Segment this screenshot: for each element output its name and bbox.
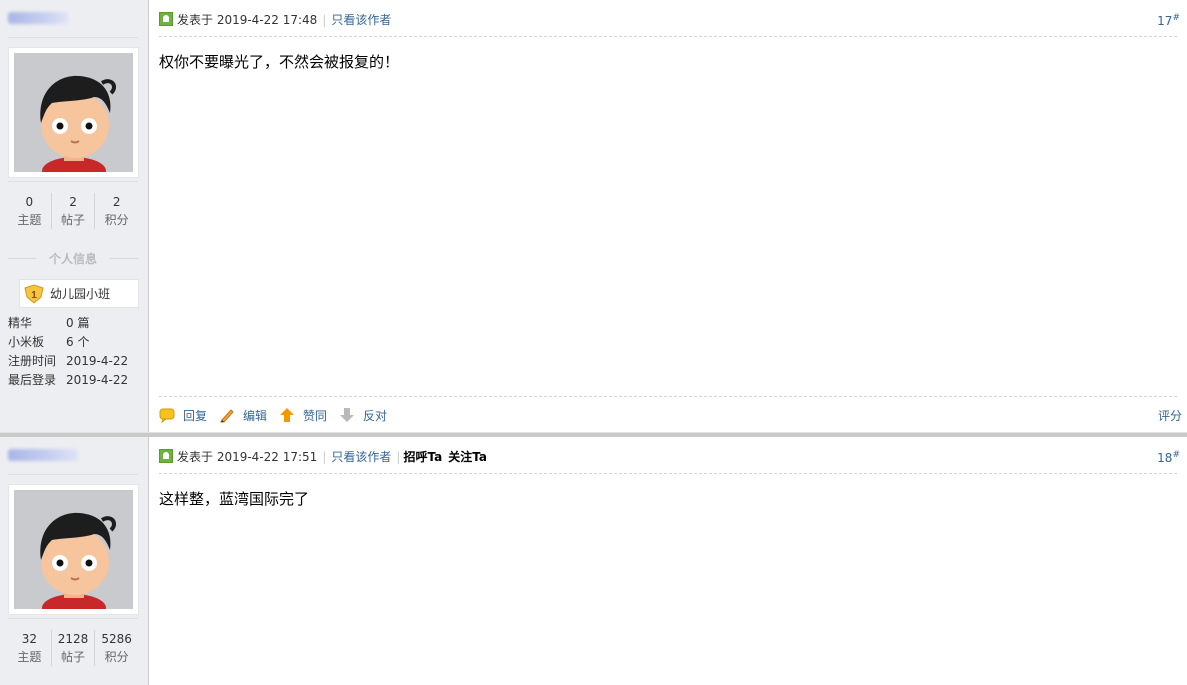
post-header: 发表于 2019-4-22 17:48 | 只看该作者 — [159, 9, 1177, 37]
floor-number-link[interactable]: 17# — [1157, 13, 1180, 28]
cartoon-avatar-icon — [14, 53, 133, 172]
profile-key: 最后登录 — [8, 373, 57, 387]
stat-posts-count: 2128 — [57, 632, 89, 646]
floor-number: 18 — [1157, 451, 1173, 465]
stat-posts[interactable]: 2 帖子 — [52, 193, 96, 229]
upvote-button[interactable]: 赞同 — [279, 407, 327, 424]
svg-text:1: 1 — [31, 290, 37, 301]
online-status-icon — [159, 449, 173, 463]
stat-posts[interactable]: 2128 帖子 — [52, 630, 96, 666]
post-body: 发表于 2019-4-22 17:51 | 只看该作者 | 招呼Ta 关注Ta … — [149, 437, 1187, 685]
profile-value: 0 篇 — [66, 316, 90, 330]
reply-button[interactable]: 回复 — [159, 407, 207, 424]
stat-threads-label: 主题 — [17, 650, 42, 664]
author-username-blurred[interactable] — [8, 12, 68, 24]
stat-posts-label: 帖子 — [61, 213, 86, 227]
separator: | — [322, 450, 327, 464]
pencil-icon — [220, 409, 234, 423]
edit-button[interactable]: 编辑 — [219, 407, 267, 424]
stat-points-count: 5286 — [101, 632, 132, 646]
profile-row-coins: 小米板 6 个 — [8, 333, 143, 352]
post-content: 权你不要曝光了，不然会被报复的！ — [159, 53, 400, 71]
floor-number: 17 — [1157, 14, 1173, 28]
arrow-down-icon — [340, 408, 355, 422]
divider — [8, 474, 138, 475]
profile-value: 6 个 — [66, 335, 90, 349]
greet-link[interactable]: 招呼Ta — [403, 446, 442, 468]
stat-threads[interactable]: 32 主题 — [8, 630, 52, 666]
profile-row-last-login: 最后登录 2019-4-22 — [8, 371, 143, 390]
stat-points-count: 2 — [112, 195, 121, 209]
stat-points-label: 积分 — [104, 213, 129, 227]
profile-value: 2019-4-22 — [66, 354, 129, 368]
downvote-button[interactable]: 反对 — [339, 407, 387, 424]
avatar[interactable] — [8, 484, 139, 615]
floor-hash: # — [1172, 13, 1180, 23]
profile-key: 精华 — [8, 316, 33, 330]
rate-button[interactable]: 评分 — [1158, 407, 1182, 424]
divider — [8, 181, 138, 182]
floor-hash: # — [1172, 450, 1180, 460]
separator: | — [396, 450, 401, 464]
author-sidebar: 0 主题 2 帖子 2 积分 个人信息 1 幼儿园小班 精华 0 篇 小米板 6… — [0, 0, 149, 432]
profile-row-digest: 精华 0 篇 — [8, 314, 143, 333]
profile-value: 2019-4-22 — [66, 373, 129, 387]
stat-threads-count: 32 — [21, 632, 37, 646]
post-content: 这样整，蓝湾国际完了 — [159, 490, 310, 508]
arrow-up-icon — [280, 408, 295, 422]
follow-link[interactable]: 关注Ta — [448, 446, 487, 468]
profile-row-register-time: 注册时间 2019-4-22 — [8, 352, 143, 371]
upvote-label: 赞同 — [303, 408, 328, 423]
stat-points[interactable]: 5286 积分 — [95, 630, 138, 666]
reply-label: 回复 — [183, 408, 208, 423]
reply-bubble-icon — [159, 408, 175, 423]
post-time: 发表于 2019-4-22 17:48 — [177, 13, 318, 27]
cartoon-avatar-icon — [14, 490, 133, 609]
post-time: 发表于 2019-4-22 17:51 — [177, 450, 318, 464]
divider — [8, 37, 138, 38]
floor-number-link[interactable]: 18# — [1157, 450, 1180, 465]
post-body: 发表于 2019-4-22 17:48 | 只看该作者 17# 权你不要曝光了，… — [149, 0, 1187, 432]
stat-posts-count: 2 — [69, 195, 77, 209]
stat-points-label: 积分 — [104, 650, 129, 664]
profile-key: 注册时间 — [8, 354, 57, 368]
edit-label: 编辑 — [243, 408, 268, 423]
author-stats: 0 主题 2 帖子 2 积分 — [8, 193, 138, 229]
post-header: 发表于 2019-4-22 17:51 | 只看该作者 | 招呼Ta 关注Ta — [159, 446, 1177, 474]
stat-points[interactable]: 2 积分 — [95, 193, 138, 229]
user-level-text: 幼儿园小班 — [50, 287, 111, 301]
author-stats: 32 主题 2128 帖子 5286 积分 — [8, 630, 138, 666]
stat-posts-label: 帖子 — [61, 650, 86, 664]
author-username-blurred[interactable] — [8, 449, 78, 461]
only-author-link[interactable]: 只看该作者 — [331, 9, 391, 31]
profile-key: 小米板 — [8, 335, 45, 349]
post-18: 32 主题 2128 帖子 5286 积分 发表于 2019-4-22 17:5… — [0, 437, 1187, 685]
stat-threads-label: 主题 — [17, 213, 42, 227]
separator: | — [322, 13, 327, 27]
post-footer: 回复 编辑 赞同 反对 评分 — [159, 396, 1182, 433]
only-author-link[interactable]: 只看该作者 — [331, 446, 391, 468]
post-17: 0 主题 2 帖子 2 积分 个人信息 1 幼儿园小班 精华 0 篇 小米板 6… — [0, 0, 1187, 433]
online-status-icon — [159, 12, 173, 26]
downvote-label: 反对 — [363, 408, 388, 423]
level-1-badge-icon: 1 — [24, 283, 44, 304]
personal-info-title: 个人信息 — [8, 250, 138, 267]
stat-threads[interactable]: 0 主题 — [8, 193, 52, 229]
stat-threads-count: 0 — [25, 195, 34, 209]
profile-details: 精华 0 篇 小米板 6 个 注册时间 2019-4-22 最后登录 2019-… — [8, 314, 143, 390]
avatar[interactable] — [8, 47, 139, 178]
divider — [8, 618, 138, 619]
user-level-badge: 1 幼儿园小班 — [19, 279, 139, 308]
author-sidebar: 32 主题 2128 帖子 5286 积分 — [0, 437, 149, 685]
